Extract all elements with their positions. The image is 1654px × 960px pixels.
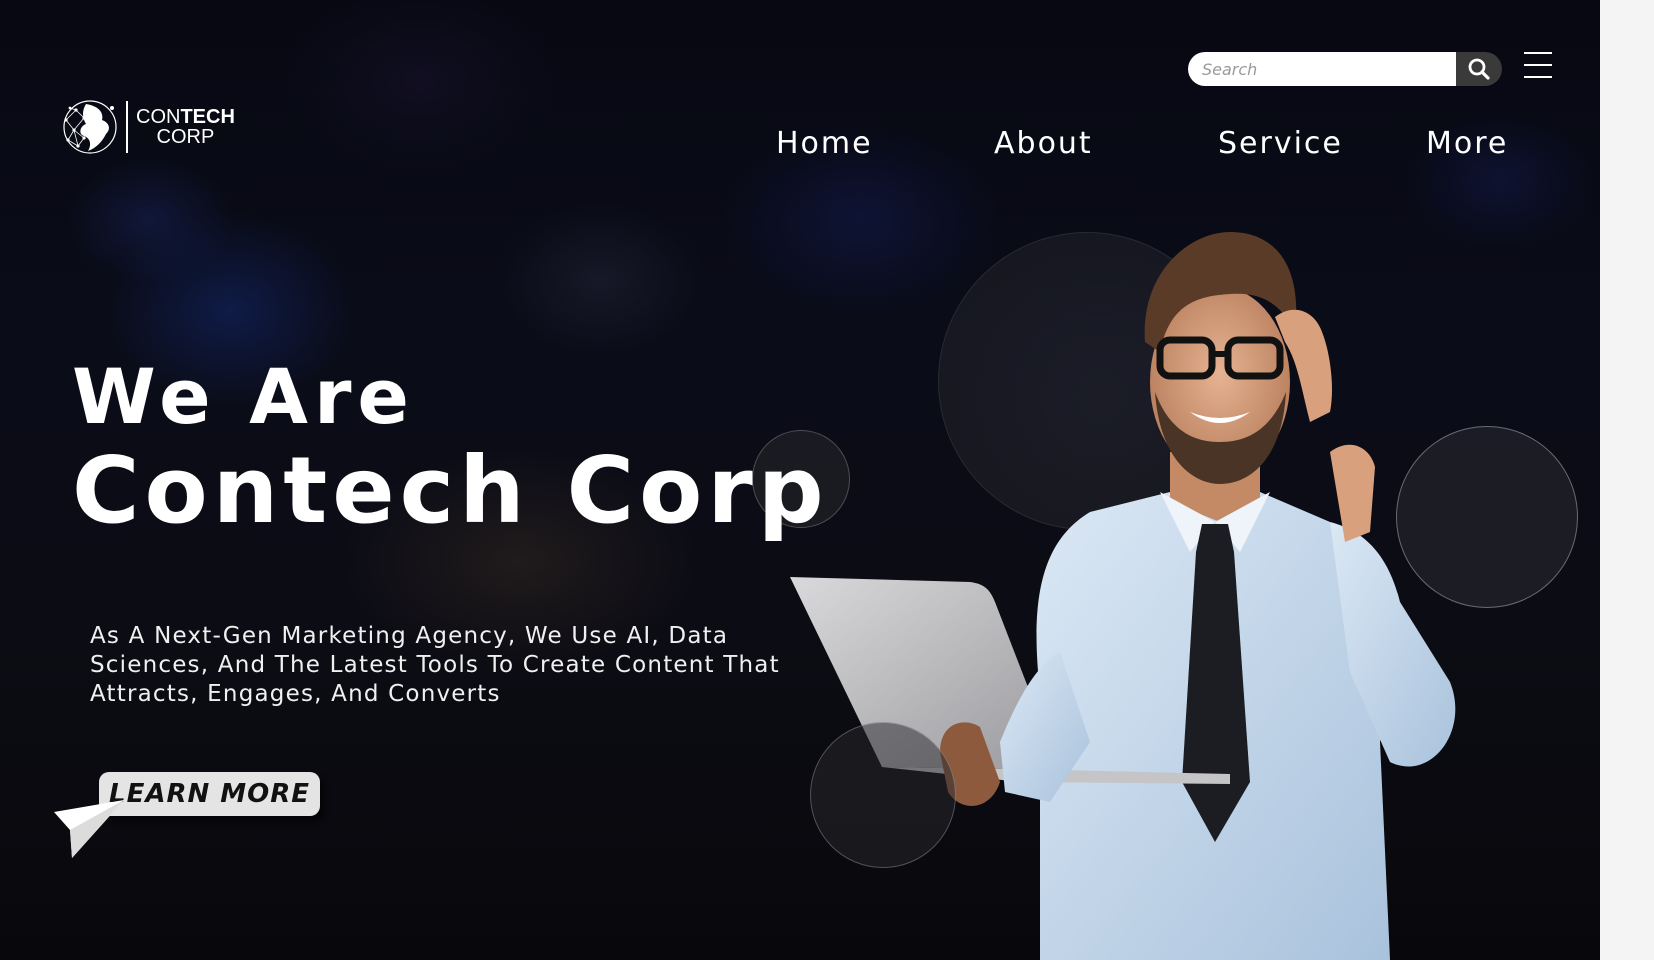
hero-heading-line1: We Are: [72, 352, 415, 441]
nav-more[interactable]: More: [1426, 126, 1508, 161]
nav-service[interactable]: Service: [1218, 126, 1343, 161]
logo-wordmark: CONTECH CORP: [136, 107, 235, 147]
globe-network-icon: [63, 100, 117, 154]
hero-heading-line2: Contech Corp: [72, 437, 829, 544]
hamburger-menu-icon[interactable]: [1524, 52, 1552, 78]
search-icon: [1468, 58, 1490, 80]
logo-divider: [126, 101, 128, 153]
decorative-circle-bottom: [810, 722, 956, 868]
logo-text-corp: CORP: [156, 126, 215, 148]
search-input[interactable]: [1188, 52, 1456, 86]
hero-page: CONTECH CORP Home About Service More: [0, 0, 1600, 960]
search-bar: [1188, 52, 1502, 86]
hero-description: As A Next-Gen Marketing Agency, We Use A…: [90, 623, 780, 707]
page-edge-strip: [1600, 0, 1654, 960]
logo-text-con: CON: [136, 106, 181, 128]
nav-home[interactable]: Home: [776, 126, 873, 161]
arrow-cursor-icon: [54, 800, 124, 858]
logo-text-tech: TECH: [180, 106, 235, 128]
learn-more-button[interactable]: LEARN MORE: [99, 772, 321, 816]
decorative-circle-right: [1396, 426, 1578, 608]
brand-logo[interactable]: CONTECH CORP: [62, 98, 235, 156]
search-button[interactable]: [1456, 52, 1502, 86]
nav-about[interactable]: About: [994, 126, 1093, 161]
